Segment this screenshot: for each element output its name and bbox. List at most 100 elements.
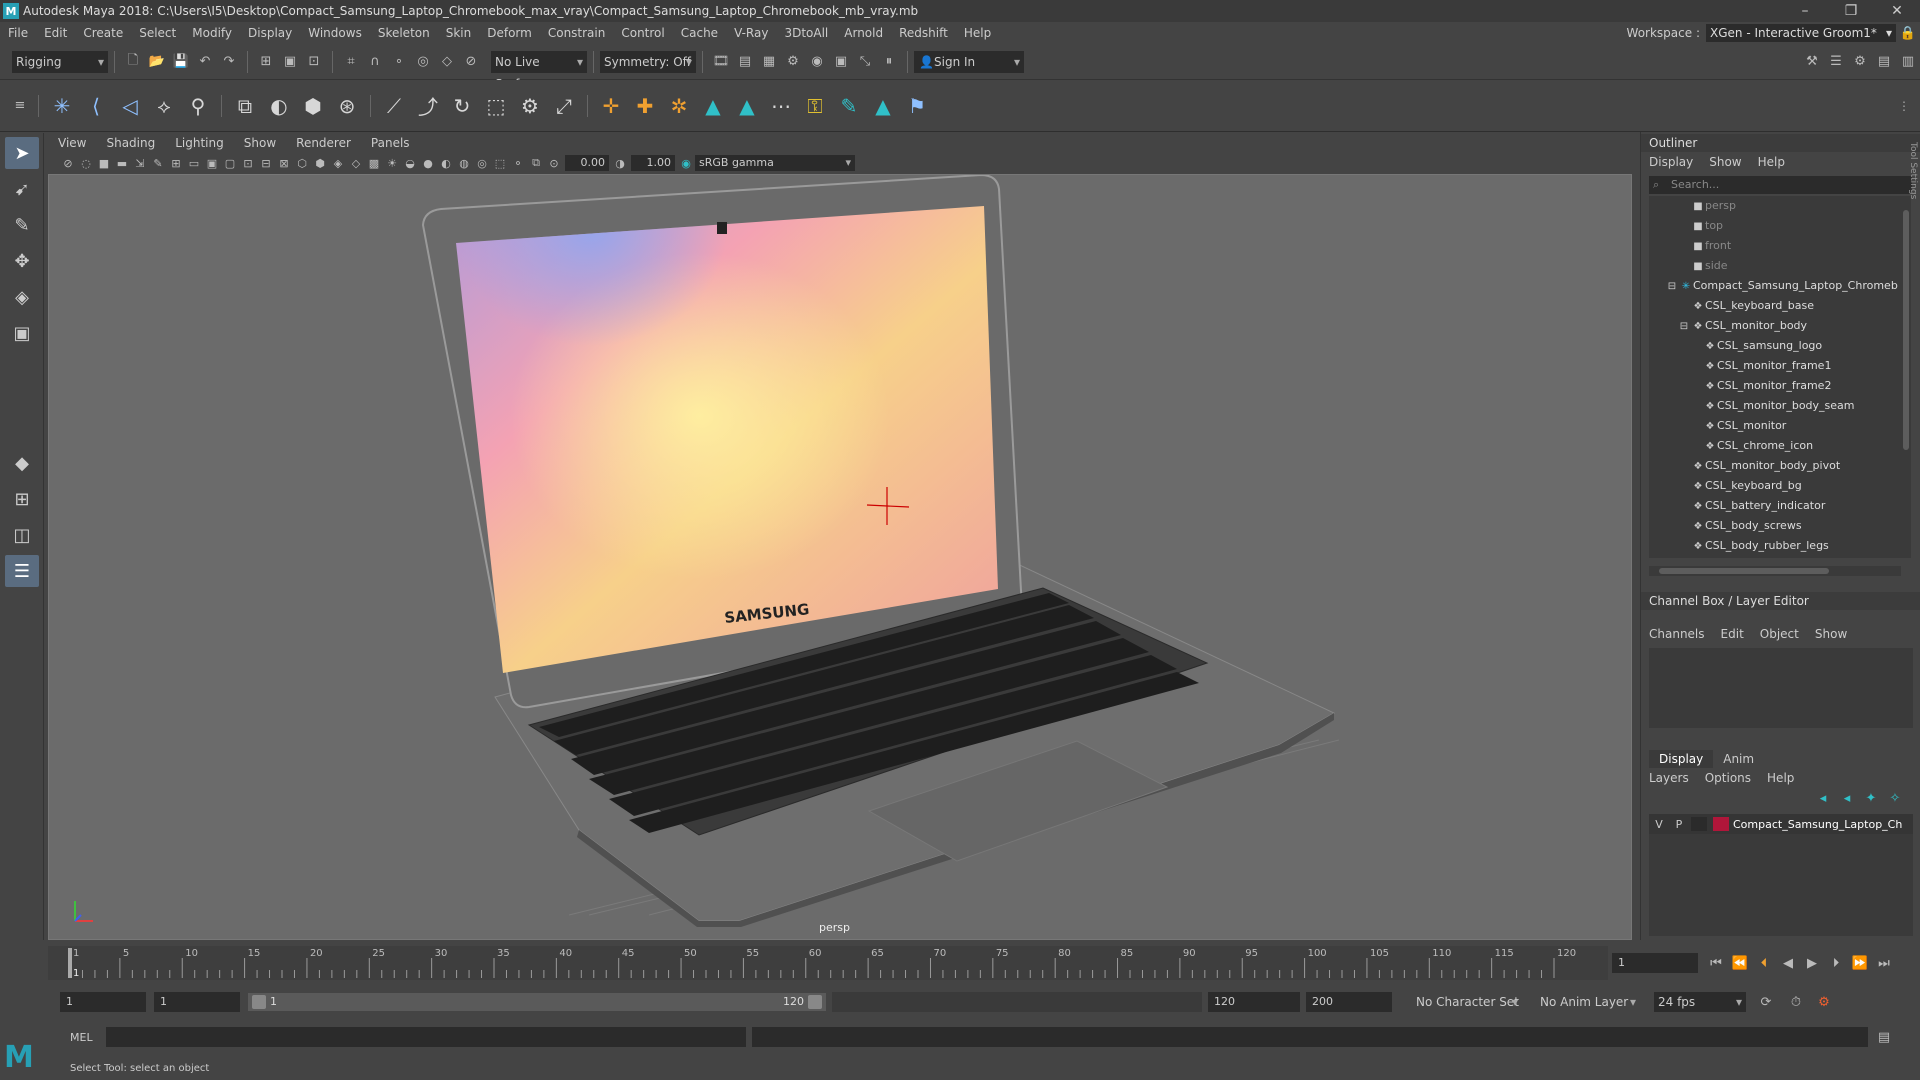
lights-icon[interactable]: ☀ (384, 155, 400, 171)
snap-curve-icon[interactable]: ∩ (365, 52, 385, 72)
outliner-toggle-icon[interactable]: ▥ (1898, 52, 1918, 72)
select-component-icon[interactable]: ⊡ (304, 52, 324, 72)
wireframe-icon[interactable]: ⬡ (294, 155, 310, 171)
depth-of-field-icon[interactable]: ◎ (474, 155, 490, 171)
new-layer-icon[interactable]: ✦ (1861, 788, 1881, 808)
loop-icon[interactable]: ⟳ (1756, 992, 1776, 1012)
two-pane-layout-icon[interactable]: ◫ (5, 519, 39, 551)
menu-control[interactable]: Control (613, 26, 672, 40)
wire-deformer-icon[interactable]: ⤴ (414, 92, 442, 120)
range-end-handle[interactable] (808, 995, 822, 1009)
live-surface-dropdown[interactable]: No Live Surface (491, 50, 587, 91)
sign-in-dropdown[interactable]: 👤 Sign In (914, 50, 1024, 73)
current-frame-field[interactable]: 1 (1612, 953, 1698, 973)
xray-icon[interactable]: ◇ (348, 155, 364, 171)
new-layer-selected-icon[interactable]: ✧ (1885, 788, 1905, 808)
anim-layer-dropdown[interactable]: No Anim Layer (1536, 992, 1640, 1012)
ambient-occlusion-icon[interactable]: ● (420, 155, 436, 171)
layer-visibility-toggle[interactable]: V (1649, 818, 1669, 831)
menu-cache[interactable]: Cache (673, 26, 726, 40)
four-pane-layout-icon[interactable]: ⊞ (5, 483, 39, 515)
outliner-menu-help[interactable]: Help (1750, 155, 1793, 169)
undo-icon[interactable]: ↶ (195, 52, 215, 72)
scroll-thumb[interactable] (1903, 210, 1909, 450)
mudbox-icon[interactable]: ▲ (869, 92, 897, 120)
channel-menu-channels[interactable]: Channels (1641, 627, 1713, 641)
menu-windows[interactable]: Windows (300, 26, 370, 40)
viewport-3d[interactable]: SAMSUNG persp (48, 174, 1632, 940)
orient-constraint-icon[interactable]: ✲ (665, 92, 693, 120)
outliner-item[interactable]: ■ front (1649, 236, 1901, 256)
menu-modify[interactable]: Modify (184, 26, 240, 40)
lattice-icon[interactable]: ⊛ (333, 92, 361, 120)
outliner-menu-display[interactable]: Display (1641, 155, 1701, 169)
symmetry-dropdown[interactable]: Symmetry: Off (600, 50, 696, 73)
joint-tool-icon[interactable]: ✳ (48, 92, 76, 120)
menu-create[interactable]: Create (75, 26, 131, 40)
wireframe-on-shaded-icon[interactable]: ◈ (330, 155, 346, 171)
channel-menu-object[interactable]: Object (1752, 627, 1807, 641)
paint-effects-icon[interactable]: ✎ (835, 92, 863, 120)
close-button[interactable]: ✕ (1874, 3, 1920, 19)
tab-anim[interactable]: Anim (1713, 750, 1764, 768)
animation-end-field[interactable]: 200 (1306, 992, 1392, 1012)
outliner-item[interactable]: ■ side (1649, 256, 1901, 276)
pole-vector-icon[interactable]: ▲ (733, 92, 761, 120)
snap-view-icon[interactable]: ◎ (413, 52, 433, 72)
safe-action-icon[interactable]: ⊟ (258, 155, 274, 171)
snap-surface-icon[interactable]: ◇ (437, 52, 457, 72)
lock-icon[interactable]: 🔒 (1898, 23, 1918, 43)
outliner-item[interactable]: ❖ CSL_monitor (1649, 416, 1901, 436)
render-view-icon[interactable]: 🎞 (711, 52, 731, 72)
move-layer-down-icon[interactable]: ◂ (1837, 788, 1857, 808)
film-gate-icon[interactable]: ▭ (186, 155, 202, 171)
menu-file[interactable]: File (0, 26, 36, 40)
menuset-dropdown[interactable]: Rigging (12, 50, 108, 73)
2d-pan-icon[interactable]: ⇲ (132, 155, 148, 171)
current-time-marker[interactable] (68, 948, 72, 978)
point-constraint-icon[interactable]: ✛ (597, 92, 625, 120)
outliner-layout-icon[interactable]: ☰ (5, 555, 39, 587)
ik-spline-icon[interactable]: ◁ (116, 92, 144, 120)
menu-skeleton[interactable]: Skeleton (370, 26, 438, 40)
play-forward-icon[interactable]: ▶ (1802, 953, 1822, 973)
outliner-item[interactable]: ■ persp (1649, 196, 1901, 216)
pin-icon[interactable]: ⚑ (903, 92, 931, 120)
shadows-icon[interactable]: ◒ (402, 155, 418, 171)
new-scene-icon[interactable]: 🗋 (123, 52, 143, 72)
minimize-button[interactable]: – (1782, 3, 1828, 19)
tool-settings-icon[interactable]: ⚙ (1850, 52, 1870, 72)
grid-icon[interactable]: ⊞ (168, 155, 184, 171)
playback-start-field[interactable]: 1 (154, 992, 240, 1012)
bind-skin-icon[interactable]: ⧉ (231, 92, 259, 120)
anim-prefs-icon[interactable]: ⚙ (1814, 992, 1834, 1012)
viewport-menu-lighting[interactable]: Lighting (165, 136, 234, 150)
textured-icon[interactable]: ▩ (366, 155, 382, 171)
step-back-key-icon[interactable]: ⏪ (1730, 953, 1750, 973)
ipr-render-icon[interactable]: ▦ (759, 52, 779, 72)
scale-tool-icon[interactable]: ▣ (5, 317, 39, 349)
layer-row[interactable]: V P Compact_Samsung_Laptop_Ch (1649, 814, 1913, 834)
outliner-item[interactable]: ■ top (1649, 216, 1901, 236)
menu-constrain[interactable]: Constrain (540, 26, 614, 40)
expand-toggle-icon[interactable]: ⊟ (1677, 317, 1691, 337)
layer-menu-layers[interactable]: Layers (1641, 771, 1697, 785)
open-scene-icon[interactable]: 📂 (147, 52, 167, 72)
play-backward-icon[interactable]: ◀ (1778, 953, 1798, 973)
hypershade-icon[interactable]: ◉ (807, 52, 827, 72)
viewport-menu-renderer[interactable]: Renderer (286, 136, 361, 150)
step-forward-key-icon[interactable]: ⏩ (1850, 953, 1870, 973)
pause-icon[interactable]: ⏸ (879, 52, 899, 72)
layer-color-swatch[interactable] (1713, 817, 1729, 831)
scroll-thumb[interactable] (1659, 568, 1829, 574)
xray-active-icon[interactable]: ⧉ (528, 155, 544, 171)
sculpt-deformer-icon[interactable]: ⬚ (482, 92, 510, 120)
expand-toggle-icon[interactable]: ⊟ (1665, 277, 1679, 297)
outliner-item[interactable]: ⊟ ❖ CSL_monitor_body (1649, 316, 1901, 336)
layer-display-type[interactable] (1691, 817, 1707, 831)
color-space-dropdown[interactable]: sRGB gamma (695, 155, 855, 171)
render-frame-icon[interactable]: ▤ (735, 52, 755, 72)
menu-edit[interactable]: Edit (36, 26, 75, 40)
step-back-frame-icon[interactable]: ⏴ (1754, 953, 1774, 973)
outliner-item[interactable]: ❖ CSL_monitor_body_pivot (1649, 456, 1901, 476)
